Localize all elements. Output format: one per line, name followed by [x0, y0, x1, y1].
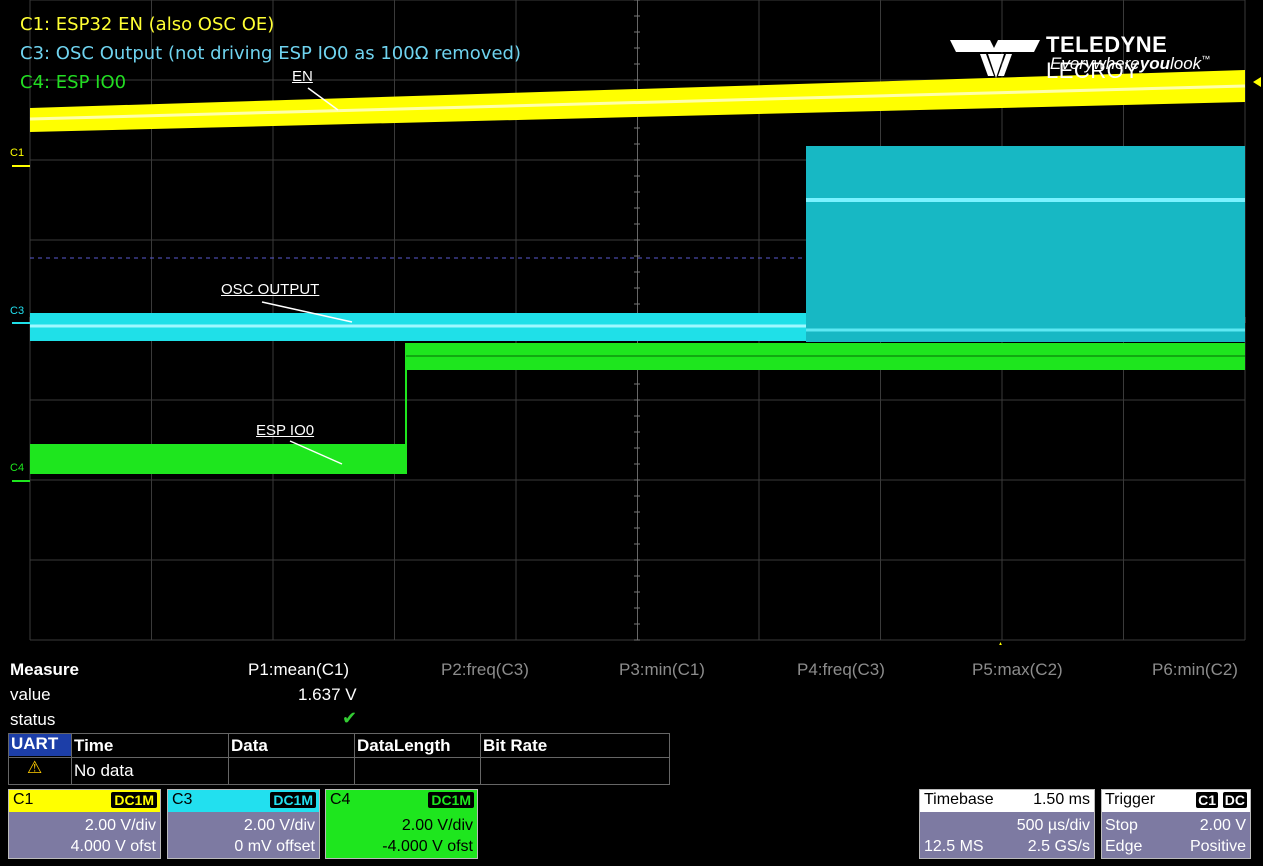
param-p3[interactable]: P3:min(C1) [619, 660, 705, 680]
channel-box-c4[interactable]: C4 DC1M 2.00 V/div -4.000 V ofst [325, 789, 478, 859]
channel-vdiv: 2.00 V/div [84, 817, 156, 834]
teledyne-logo-icon [950, 40, 1040, 78]
trigger-source: C1 [1196, 792, 1218, 808]
warning-icon: ⚠ [27, 758, 43, 777]
teledyne-lecroy-logo: TELEDYNE LECROY Everywhereyoulook™ [950, 30, 1240, 83]
trigger-box[interactable]: Trigger C1 DC Stop 2.00 V Edge Positive [1101, 789, 1251, 859]
trigger-label: Trigger [1105, 791, 1156, 808]
uart-col-datalength: DataLength [357, 736, 451, 755]
trigger-level: 2.00 V [1199, 817, 1246, 834]
timebase-label: Timebase [924, 791, 994, 808]
timebase-delay: 1.50 ms [1033, 791, 1090, 808]
channel-name: C3 [172, 791, 193, 808]
annotation-c3: C3: OSC Output (not driving ESP IO0 as 1… [20, 43, 521, 64]
uart-col-data: Data [231, 736, 268, 755]
timebase-rate: 2.5 GS/s [1027, 838, 1090, 855]
channel-box-c1[interactable]: C1 DC1M 2.00 V/div 4.000 V ofst [8, 789, 161, 859]
param-p6[interactable]: P6:min(C2) [1152, 660, 1238, 680]
measure-row-value: value [10, 685, 51, 704]
uart-tag[interactable]: UART [9, 734, 71, 756]
channel-offset: 4.000 V ofst [70, 838, 156, 855]
param-p4[interactable]: P4:freq(C3) [797, 660, 885, 680]
param-p5[interactable]: P5:max(C2) [972, 660, 1063, 680]
trigger-mode: Stop [1105, 817, 1138, 834]
channel-box-c3[interactable]: C3 DC1M 2.00 V/div 0 mV offset [167, 789, 320, 859]
uart-decode-table[interactable]: UART Time Data DataLength Bit Rate ⚠ No … [8, 733, 670, 785]
timebase-samples: 12.5 MS [924, 838, 984, 855]
uart-col-bitrate: Bit Rate [483, 736, 548, 755]
trace-c4-low [30, 444, 406, 474]
channel-offset: 0 mV offset [234, 838, 315, 855]
channel-marker-c4[interactable]: C4 [10, 462, 24, 474]
trace-label-osc-output: OSC OUTPUT [221, 281, 320, 298]
timebase-tdiv: 500 µs/div [1016, 817, 1090, 834]
trigger-position-marker-icon[interactable] [996, 642, 1005, 645]
uart-row-text: No data [74, 761, 134, 780]
measure-row-status: status [10, 710, 56, 729]
timebase-box[interactable]: Timebase 1.50 ms 500 µs/div 12.5 MS 2.5 … [919, 789, 1095, 859]
waveform-traces [12, 70, 1261, 645]
channel-name: C4 [330, 791, 351, 808]
channel-vdiv: 2.00 V/div [401, 817, 473, 834]
p1-status-check-icon: ✔ [342, 708, 358, 728]
param-p1[interactable]: P1:mean(C1) [248, 660, 349, 680]
channel-marker-c1[interactable]: C1 [10, 147, 24, 159]
trigger-level-marker-icon[interactable] [1253, 77, 1261, 87]
channel-name: C1 [13, 791, 34, 808]
channel-marker-c3[interactable]: C3 [10, 305, 24, 317]
p1-value: 1.637 V [298, 685, 357, 704]
annotation-c4: C4: ESP IO0 [20, 72, 127, 93]
coupling-badge: DC1M [428, 792, 474, 808]
param-p2[interactable]: P2:freq(C3) [441, 660, 529, 680]
trace-c3-osc [806, 146, 1245, 342]
channel-vdiv: 2.00 V/div [243, 817, 315, 834]
trace-label-esp-io0: ESP IO0 [256, 422, 315, 439]
trigger-type: Edge [1105, 838, 1143, 855]
channel-offset: -4.000 V ofst [382, 838, 473, 855]
waveform-display[interactable] [0, 0, 1263, 645]
coupling-badge: DC1M [270, 792, 316, 808]
measure-title[interactable]: Measure [10, 660, 79, 680]
coupling-badge: DC1M [111, 792, 157, 808]
trigger-coupling: DC [1222, 792, 1247, 808]
trigger-slope: Positive [1189, 838, 1246, 855]
trace-label-en: EN [292, 68, 313, 85]
uart-col-time: Time [74, 736, 114, 755]
annotation-c1: C1: ESP32 EN (also OSC OE) [20, 14, 275, 35]
brand-tagline: Everywhereyoulook™ [1050, 54, 1211, 73]
